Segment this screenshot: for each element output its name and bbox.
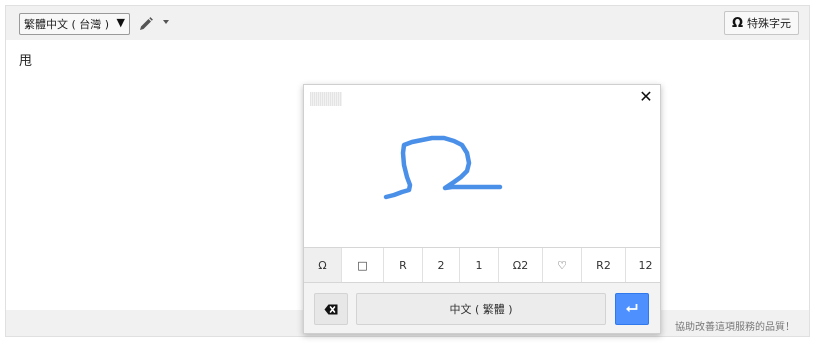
toolbar: 繁體中文 ( 台灣 ) ▼ Ω 特殊字元 [6, 6, 809, 40]
language-label: 繁體中文 ( 台灣 ) [24, 18, 110, 31]
omega-icon: Ω [731, 15, 743, 31]
handwriting-panel: ✕ Ω □ R 2 1 Ω2 ♡ R2 12 中文 ( 繁體 ) [303, 84, 661, 334]
special-characters-label: 特殊字元 [747, 17, 791, 30]
candidate-item[interactable]: ♡ [543, 248, 582, 282]
candidate-item[interactable]: Ω2 [499, 248, 543, 282]
editor-text: 甩 [19, 54, 33, 69]
handwriting-canvas[interactable] [304, 113, 660, 247]
candidate-item[interactable]: 1 [460, 248, 499, 282]
pen-dropdown-icon[interactable] [163, 20, 169, 24]
candidate-item[interactable]: 2 [423, 248, 460, 282]
backspace-button[interactable] [314, 293, 348, 325]
candidate-item[interactable]: R2 [582, 248, 626, 282]
special-characters-button[interactable]: Ω 特殊字元 [723, 11, 799, 35]
ink-stroke [383, 135, 503, 200]
enter-icon [626, 304, 638, 313]
pencil-icon[interactable] [138, 16, 154, 32]
backspace-icon [324, 304, 338, 314]
candidate-item[interactable]: 12 [626, 248, 660, 282]
dropdown-arrow-icon: ▼ [116, 16, 125, 29]
panel-bottom-bar: 中文 ( 繁體 ) [304, 283, 660, 333]
candidate-list: Ω □ R 2 1 Ω2 ♡ R2 12 [304, 247, 660, 283]
close-icon[interactable]: ✕ [638, 89, 654, 105]
candidate-item[interactable]: □ [342, 248, 384, 282]
input-method-button[interactable]: 中文 ( 繁體 ) [356, 293, 606, 325]
candidate-item[interactable]: R [384, 248, 423, 282]
drag-handle[interactable] [310, 92, 342, 106]
feedback-link[interactable]: 協助改善這項服務的品質！ [675, 318, 795, 333]
candidate-item[interactable]: Ω [304, 248, 342, 282]
enter-button[interactable] [615, 293, 649, 325]
language-select[interactable]: 繁體中文 ( 台灣 ) ▼ [19, 13, 130, 35]
